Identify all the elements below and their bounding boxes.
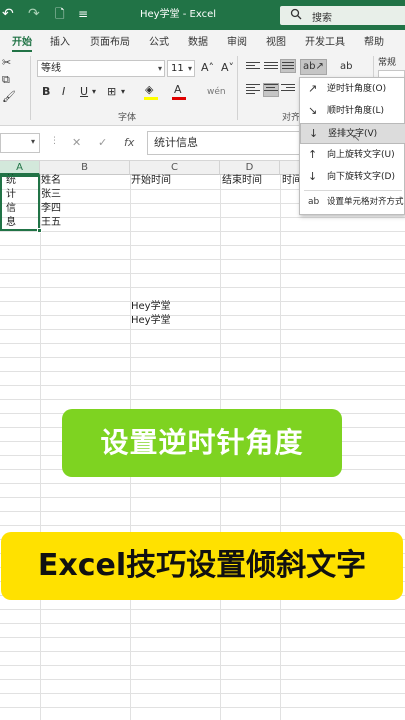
- menu-item-label: 顺时针角度(L): [327, 106, 385, 116]
- chevron-down-icon: ▾: [30, 137, 35, 146]
- redo-icon[interactable]: ↷: [28, 6, 40, 22]
- menu-item-rotate-down[interactable]: ↓ 向下旋转文字(D): [300, 167, 405, 188]
- format-alignment-icon: ab: [308, 197, 320, 207]
- mouse-cursor-icon: ↖: [352, 133, 361, 144]
- chevron-down-icon[interactable]: ▾: [92, 85, 96, 99]
- alignment-group-label: 对齐: [282, 113, 301, 123]
- fill-color-swatch: [144, 97, 158, 100]
- column-divider: [40, 161, 41, 720]
- menu-item-angle-counterclockwise[interactable]: ↗ 逆时针角度(O): [300, 79, 405, 100]
- cell-b2[interactable]: 张三: [41, 188, 61, 202]
- shrink-font-button[interactable]: A˅: [221, 61, 234, 75]
- menu-item-rotate-up[interactable]: ↑ 向上旋转文字(U): [300, 145, 405, 166]
- caption-banner-yellow: Excel技巧设置倾斜文字: [1, 532, 403, 600]
- cell-b3[interactable]: 李四: [41, 202, 61, 216]
- font-name-value: 等线: [41, 63, 61, 74]
- format-painter-icon[interactable]: 🖌: [2, 90, 16, 104]
- cell-c1[interactable]: 开始时间: [131, 174, 171, 188]
- bottom-align-icon[interactable]: [280, 59, 296, 73]
- search-box[interactable]: 搜索: [280, 6, 405, 25]
- rotate-text-down-icon: ↓: [308, 170, 318, 183]
- number-format-select[interactable]: 常规: [378, 56, 396, 70]
- menu-separator: [304, 190, 402, 191]
- column-header-c[interactable]: C: [130, 161, 220, 175]
- font-name-select[interactable]: 等线 ▾: [37, 60, 165, 77]
- font-size-value: 11: [171, 63, 184, 74]
- cell-c-text[interactable]: Hey学堂: [131, 300, 171, 314]
- tab-data[interactable]: 数据: [188, 33, 208, 48]
- tab-page-layout[interactable]: 页面布局: [90, 33, 130, 48]
- title-bar: ↶ ↷ 🗋 ≡ Hey学堂 - Excel 搜索: [0, 0, 405, 30]
- chevron-down-icon[interactable]: ▾: [121, 85, 125, 99]
- menu-item-label: 逆时针角度(O): [327, 84, 387, 94]
- cancel-icon[interactable]: ✕: [72, 136, 81, 149]
- fill-color-icon[interactable]: ◈: [145, 83, 153, 97]
- bold-button[interactable]: B: [42, 85, 50, 99]
- tab-help[interactable]: 帮助: [364, 33, 384, 48]
- search-icon: [290, 8, 302, 23]
- column-header-d[interactable]: D: [220, 161, 280, 175]
- cell-b4[interactable]: 王五: [41, 216, 61, 230]
- menu-item-label: 向上旋转文字(U): [327, 150, 395, 160]
- menu-item-label: 向下旋转文字(D): [327, 172, 395, 182]
- tab-formulas[interactable]: 公式: [149, 33, 169, 48]
- cell-d1[interactable]: 结束时间: [222, 174, 262, 188]
- font-color-swatch: [172, 97, 186, 100]
- tab-developer[interactable]: 开发工具: [305, 33, 345, 48]
- ribbon-separator: [30, 56, 31, 120]
- tab-home[interactable]: 开始: [12, 33, 32, 52]
- align-left-icon[interactable]: [246, 84, 260, 96]
- copy-icon[interactable]: ⧉: [2, 73, 10, 87]
- undo-icon[interactable]: ↶: [2, 6, 14, 22]
- caption-banner-green: 设置逆时针角度: [62, 409, 342, 477]
- wrap-text-icon[interactable]: ab: [340, 60, 352, 74]
- more-options-icon[interactable]: ⋮: [50, 136, 59, 146]
- phonetic-button[interactable]: wén: [207, 85, 226, 99]
- tab-review[interactable]: 审阅: [227, 33, 247, 48]
- selected-cell-a1[interactable]: [0, 175, 40, 231]
- align-right-icon[interactable]: [281, 84, 295, 96]
- cell-b1[interactable]: 姓名: [41, 174, 61, 188]
- insert-function-button[interactable]: fx: [124, 136, 134, 149]
- angle-clockwise-icon: ↘: [308, 104, 318, 117]
- top-align-icon[interactable]: [246, 62, 260, 74]
- enter-icon[interactable]: ✓: [98, 136, 107, 149]
- tab-view[interactable]: 视图: [266, 33, 286, 48]
- chevron-down-icon: ▾: [187, 64, 192, 73]
- column-header-b[interactable]: B: [40, 161, 130, 175]
- customize-toolbar-icon[interactable]: ≡: [78, 6, 88, 22]
- new-file-icon[interactable]: 🗋: [55, 6, 65, 22]
- font-color-button[interactable]: A: [174, 83, 182, 97]
- menu-item-label: 设置单元格对齐方式: [327, 197, 404, 207]
- ribbon-separator: [237, 56, 238, 120]
- name-box[interactable]: ▾: [0, 133, 40, 153]
- align-center-icon[interactable]: [263, 83, 279, 97]
- chevron-down-icon: ▾: [157, 64, 162, 73]
- font-group-label: 字体: [118, 113, 137, 123]
- border-icon[interactable]: ⊞: [107, 85, 116, 99]
- angle-counterclockwise-icon: ↗: [308, 82, 318, 95]
- orientation-button[interactable]: ab↗: [300, 59, 327, 75]
- window-title: Hey学堂 - Excel: [140, 9, 217, 20]
- font-size-select[interactable]: 11 ▾: [167, 60, 195, 77]
- column-header-a[interactable]: A: [0, 161, 40, 175]
- ribbon-tabs: 开始 插入 页面布局 公式 数据 审阅 视图 开发工具 帮助: [0, 30, 405, 52]
- grow-font-button[interactable]: A˄: [201, 61, 214, 75]
- orientation-menu: ↗ 逆时针角度(O) ↘ 顺时针角度(L) ↓ 竖排文字(V) ↑ 向上旋转文字…: [299, 77, 405, 215]
- vertical-text-icon: ↓: [309, 127, 319, 140]
- rotate-text-up-icon: ↑: [308, 148, 318, 161]
- cut-icon[interactable]: ✂: [2, 56, 11, 70]
- menu-item-angle-clockwise[interactable]: ↘ 顺时针角度(L): [300, 101, 405, 122]
- underline-button[interactable]: U: [80, 85, 88, 99]
- cell-c-text[interactable]: Hey学堂: [131, 314, 171, 328]
- menu-item-format-alignment[interactable]: ab 设置单元格对齐方式: [300, 192, 405, 213]
- italic-button[interactable]: I: [62, 85, 65, 99]
- middle-align-icon[interactable]: [264, 62, 278, 74]
- tab-insert[interactable]: 插入: [50, 33, 70, 48]
- search-placeholder: 搜索: [312, 13, 332, 24]
